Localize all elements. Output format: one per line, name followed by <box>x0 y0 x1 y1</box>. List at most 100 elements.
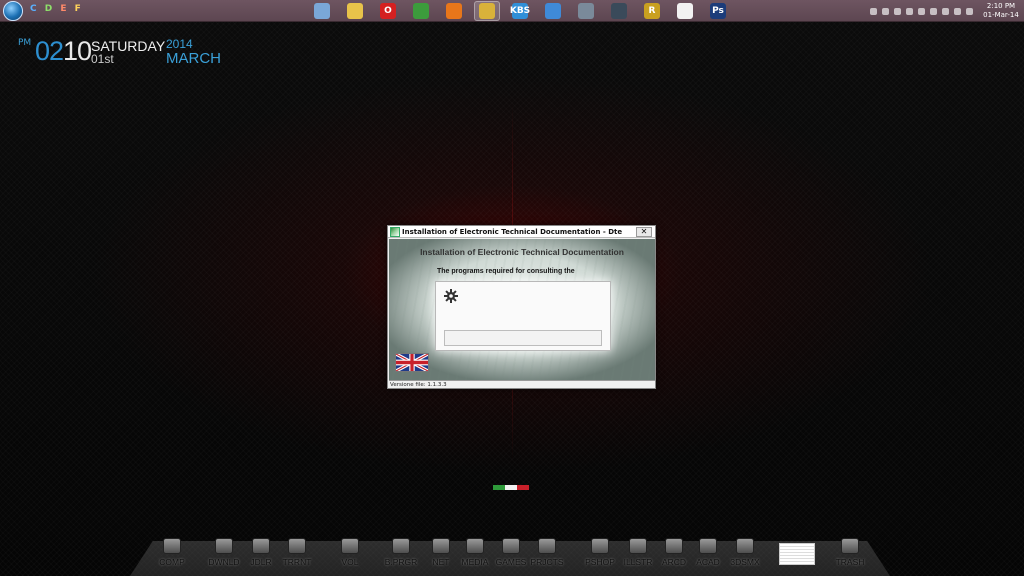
dialog-title-bar[interactable]: Installation of Electronic Technical Doc… <box>388 226 655 238</box>
dock-games-icon <box>502 538 520 554</box>
taskbar-app-pen-tool[interactable] <box>474 1 500 21</box>
pen-tool-icon <box>479 3 495 19</box>
gear-icon <box>444 289 458 303</box>
dock-acad-icon <box>699 538 717 554</box>
dock-3dsmx-icon <box>736 538 754 554</box>
dock-pshop-icon <box>591 538 609 554</box>
taskbar-app-r-app[interactable]: R <box>639 1 665 21</box>
taskbar: C D E F O KBS R Ps 2:10 PM 01-Mar-14 <box>0 0 1024 22</box>
system-tray <box>870 3 980 19</box>
drive-f-link[interactable]: F <box>75 4 83 14</box>
taskbar-app-setup-app[interactable] <box>672 1 698 21</box>
app-tray-icon[interactable] <box>906 7 913 15</box>
version-label: Versione file: 1.1.3.3 <box>390 382 447 388</box>
taskbar-app-firefox[interactable] <box>441 1 467 21</box>
drive-d-link[interactable]: D <box>45 4 54 14</box>
clock-time: 2:10 PM <box>986 2 1016 10</box>
itunes-icon <box>545 3 561 19</box>
dock-item-dwnld[interactable]: DWNLD <box>207 538 241 576</box>
dock-item-acad[interactable]: ACAD <box>691 538 725 576</box>
drive-c-link[interactable]: C <box>30 4 39 14</box>
steam-icon <box>611 3 627 19</box>
dock-item-label: PRJCTS <box>530 557 564 567</box>
dock-item-label: TRASH <box>835 557 865 567</box>
dock-item-label: DWNLD <box>208 557 240 567</box>
dock-prjcts-icon <box>538 538 556 554</box>
photo-viewer-icon <box>314 3 330 19</box>
widget-date: 01st <box>91 52 114 66</box>
network-icon[interactable] <box>882 7 889 15</box>
taskbar-app-steam[interactable] <box>606 1 632 21</box>
dock-jdlr-icon <box>252 538 270 554</box>
setup-app-icon <box>677 3 693 19</box>
dock-item-jdlr[interactable]: JDLR <box>244 538 278 576</box>
dock-dwnld-icon <box>215 538 233 554</box>
widget-minute: 10 <box>63 36 92 66</box>
battery-icon[interactable] <box>966 7 973 15</box>
r-app-icon: R <box>644 3 660 19</box>
dock-arcd-icon <box>665 538 683 554</box>
taskbar-app-chrome[interactable] <box>408 1 434 21</box>
photoshop-icon: Ps <box>710 3 726 19</box>
dock-item-pshop[interactable]: PSHOP <box>583 538 617 576</box>
dock-item-label: MEDIA <box>461 557 489 567</box>
dialog-heading: Installation of Electronic Technical Doc… <box>420 247 624 257</box>
firefox-icon <box>446 3 462 19</box>
kbs-icon: KBS <box>510 3 530 19</box>
dock-item-prjcts[interactable]: PRJCTS <box>530 538 564 576</box>
taskbar-app-opera[interactable]: O <box>375 1 401 21</box>
dock-item-label: GAMES <box>495 557 527 567</box>
dock-item-media[interactable]: MEDIA <box>458 538 492 576</box>
dock-item-games[interactable]: GAMES <box>494 538 528 576</box>
opera-icon: O <box>380 3 396 19</box>
dock-item-comp[interactable]: COMP <box>155 538 189 576</box>
taskbar-app-itunes[interactable] <box>540 1 566 21</box>
taskbar-app-file-explorer[interactable] <box>342 1 368 21</box>
taskbar-app-photoshop[interactable]: Ps <box>705 1 731 21</box>
dock-item-label: ILLSTR <box>623 557 653 567</box>
widget-hour: 02 <box>35 36 64 66</box>
taskbar-app-media-player[interactable] <box>573 1 599 21</box>
start-button[interactable] <box>3 1 23 21</box>
dock-comp-icon <box>163 538 181 554</box>
steam-tray-icon[interactable] <box>894 7 901 15</box>
dock-item-trrnt[interactable]: TRRNT <box>280 538 314 576</box>
window-thumbnail[interactable] <box>779 543 815 565</box>
dock-item-label: 3DSMX <box>730 557 760 567</box>
status-panel <box>435 281 611 351</box>
dock-net-icon <box>432 538 450 554</box>
media-player-icon <box>578 3 594 19</box>
dock-item-label: PSHOP <box>585 557 615 567</box>
taskbar-app-photo-viewer[interactable] <box>309 1 335 21</box>
taskbar-clock[interactable]: 2:10 PM 01-Mar-14 <box>982 2 1020 20</box>
dock-item-net[interactable]: NET <box>424 538 458 576</box>
dock-item-vol[interactable]: VOL <box>333 538 367 576</box>
dock-item-label: COMP <box>159 557 185 567</box>
dock-item-3dsmx[interactable]: 3DSMX <box>728 538 762 576</box>
dock-item-label: ACAD <box>696 557 720 567</box>
dock-item-trash[interactable]: TRASH <box>833 538 867 576</box>
dock-item-arcd[interactable]: ARCD <box>657 538 691 576</box>
clock-date: 01-Mar-14 <box>983 11 1019 19</box>
chrome-icon <box>413 3 429 19</box>
uk-flag-language-button[interactable] <box>395 353 429 372</box>
update-icon[interactable] <box>918 7 925 15</box>
file-explorer-icon <box>347 3 363 19</box>
close-button[interactable]: ✕ <box>636 227 652 237</box>
volume-icon[interactable] <box>942 7 949 15</box>
dialog-subtitle: The programs required for consulting the <box>437 268 575 275</box>
dock-trash-icon <box>841 538 859 554</box>
dock-illstr-icon <box>629 538 647 554</box>
dialog-title: Installation of Electronic Technical Doc… <box>402 228 623 236</box>
drive-e-link[interactable]: E <box>60 4 68 14</box>
dock-trrnt-icon <box>288 538 306 554</box>
taskbar-app-kbs[interactable]: KBS <box>507 1 533 21</box>
flag-icon[interactable] <box>930 7 937 15</box>
wifi-icon[interactable] <box>954 7 961 15</box>
show-hidden-icon[interactable] <box>870 7 877 15</box>
dock-item-bprgr[interactable]: B.PRGR <box>384 538 418 576</box>
dock-item-label: TRRNT <box>282 557 312 567</box>
dock-item-illstr[interactable]: ILLSTR <box>621 538 655 576</box>
dock-item-label: ARCD <box>661 557 687 567</box>
dock-item-label: JDLR <box>250 557 272 567</box>
